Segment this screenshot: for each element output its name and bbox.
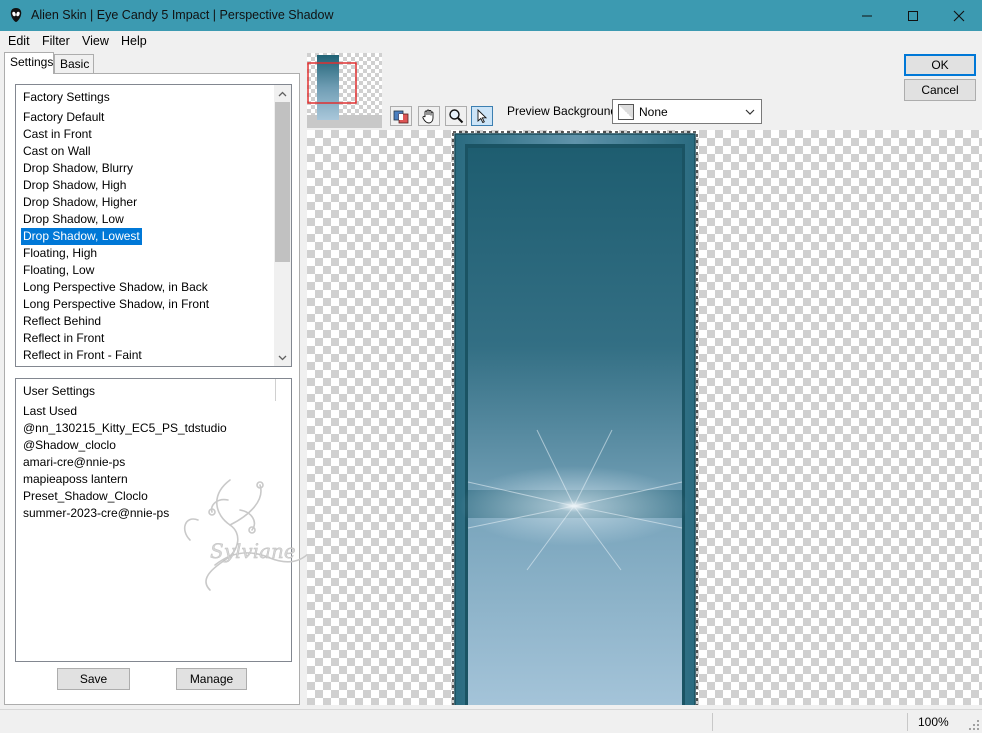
minimize-icon (862, 15, 872, 16)
zoom-tool-button[interactable] (445, 106, 467, 126)
menu-edit[interactable]: Edit (8, 34, 30, 48)
status-bar: 100% (0, 709, 982, 733)
list-item[interactable]: Preset_Shadow_Cloclo (21, 488, 150, 505)
status-separator (907, 713, 908, 731)
list-item[interactable]: @nn_130215_Kitty_EC5_PS_tdstudio (21, 420, 229, 437)
menu-filter[interactable]: Filter (42, 34, 70, 48)
zoom-icon (449, 109, 464, 124)
menu-help[interactable]: Help (121, 34, 147, 48)
list-item[interactable]: Factory Default (21, 109, 106, 126)
menu-bar: Edit Filter View Help (0, 31, 982, 51)
dropdown-button[interactable] (743, 104, 757, 120)
alien-skin-logo-icon (10, 8, 22, 22)
factory-settings-list[interactable]: Factory Settings Factory Default Cast in… (15, 84, 292, 367)
minimize-button[interactable] (844, 0, 890, 31)
scroll-up-button[interactable] (274, 85, 291, 102)
preview-compare-icon (393, 110, 409, 124)
pointer-icon (477, 108, 488, 124)
close-button[interactable] (936, 0, 982, 31)
navigator-image (307, 53, 382, 128)
window-title: Alien Skin | Eye Candy 5 Impact | Perspe… (31, 8, 334, 22)
preview-image (452, 131, 698, 705)
cancel-button[interactable]: Cancel (904, 79, 976, 101)
maximize-icon (908, 10, 918, 21)
list-item-selected[interactable]: Drop Shadow, Lowest (20, 227, 143, 246)
manage-button[interactable]: Manage (176, 668, 247, 690)
header-divider (275, 379, 276, 401)
list-item[interactable]: Reflect in Front (21, 330, 106, 347)
list-item[interactable]: Cast in Front (21, 126, 94, 143)
maximize-button[interactable] (890, 0, 936, 31)
list-item[interactable]: Reflect Behind (21, 313, 103, 330)
list-item[interactable]: Reflect in Front - Faint (21, 347, 144, 364)
tab-basic[interactable]: Basic (54, 54, 94, 74)
list-item[interactable]: Drop Shadow, High (21, 177, 128, 194)
pointer-tool-button[interactable] (471, 106, 493, 126)
list-item[interactable]: Floating, Low (21, 262, 96, 279)
ok-button[interactable]: OK (904, 54, 976, 76)
list-item[interactable]: summer-2023-cre@nnie-ps (21, 505, 171, 522)
scroll-thumb[interactable] (275, 102, 290, 262)
list-item[interactable]: Cast on Wall (21, 143, 93, 160)
title-bar: Alien Skin | Eye Candy 5 Impact | Perspe… (0, 0, 982, 31)
status-separator (712, 713, 713, 731)
list-item[interactable]: Long Perspective Shadow, in Front (21, 296, 211, 313)
factory-settings-header: Factory Settings (23, 90, 110, 104)
list-item[interactable]: Drop Shadow, Blurry (21, 160, 135, 177)
zoom-level: 100% (918, 715, 949, 729)
chevron-up-icon (278, 91, 287, 96)
preview-background-select[interactable]: None (612, 99, 762, 124)
background-swatch-icon (618, 104, 634, 120)
list-item[interactable]: Drop Shadow, Higher (21, 194, 139, 211)
factory-list-scrollbar[interactable] (274, 85, 291, 366)
user-settings-list[interactable]: User Settings Last Used @nn_130215_Kitty… (15, 378, 292, 662)
preview-canvas[interactable] (307, 130, 982, 705)
save-button[interactable]: Save (57, 668, 130, 690)
chevron-down-icon (745, 109, 755, 115)
user-settings-header: User Settings (23, 384, 96, 398)
chevron-down-icon (278, 355, 287, 360)
list-item[interactable]: Last Used (21, 403, 79, 420)
menu-view[interactable]: View (82, 34, 109, 48)
hand-icon (422, 109, 434, 124)
close-icon (953, 10, 965, 21)
scroll-down-button[interactable] (274, 349, 291, 366)
preview-background-label: Preview Background: (507, 104, 621, 118)
navigator-thumbnail[interactable] (307, 53, 382, 128)
list-item[interactable]: Long Perspective Shadow, in Back (21, 279, 210, 296)
list-item[interactable]: amari-cre@nnie-ps (21, 454, 127, 471)
tab-settings[interactable]: Settings (4, 52, 54, 74)
list-item[interactable]: Drop Shadow, Low (21, 211, 126, 228)
list-item[interactable]: mapieaposs lantern (21, 471, 130, 488)
list-item[interactable]: Floating, High (21, 245, 99, 262)
hand-tool-button[interactable] (418, 106, 440, 126)
compare-preview-button[interactable] (390, 106, 412, 126)
list-item[interactable]: @Shadow_cloclo (21, 437, 118, 454)
resize-grip-icon[interactable] (968, 719, 980, 731)
preview-background-value: None (639, 105, 668, 119)
